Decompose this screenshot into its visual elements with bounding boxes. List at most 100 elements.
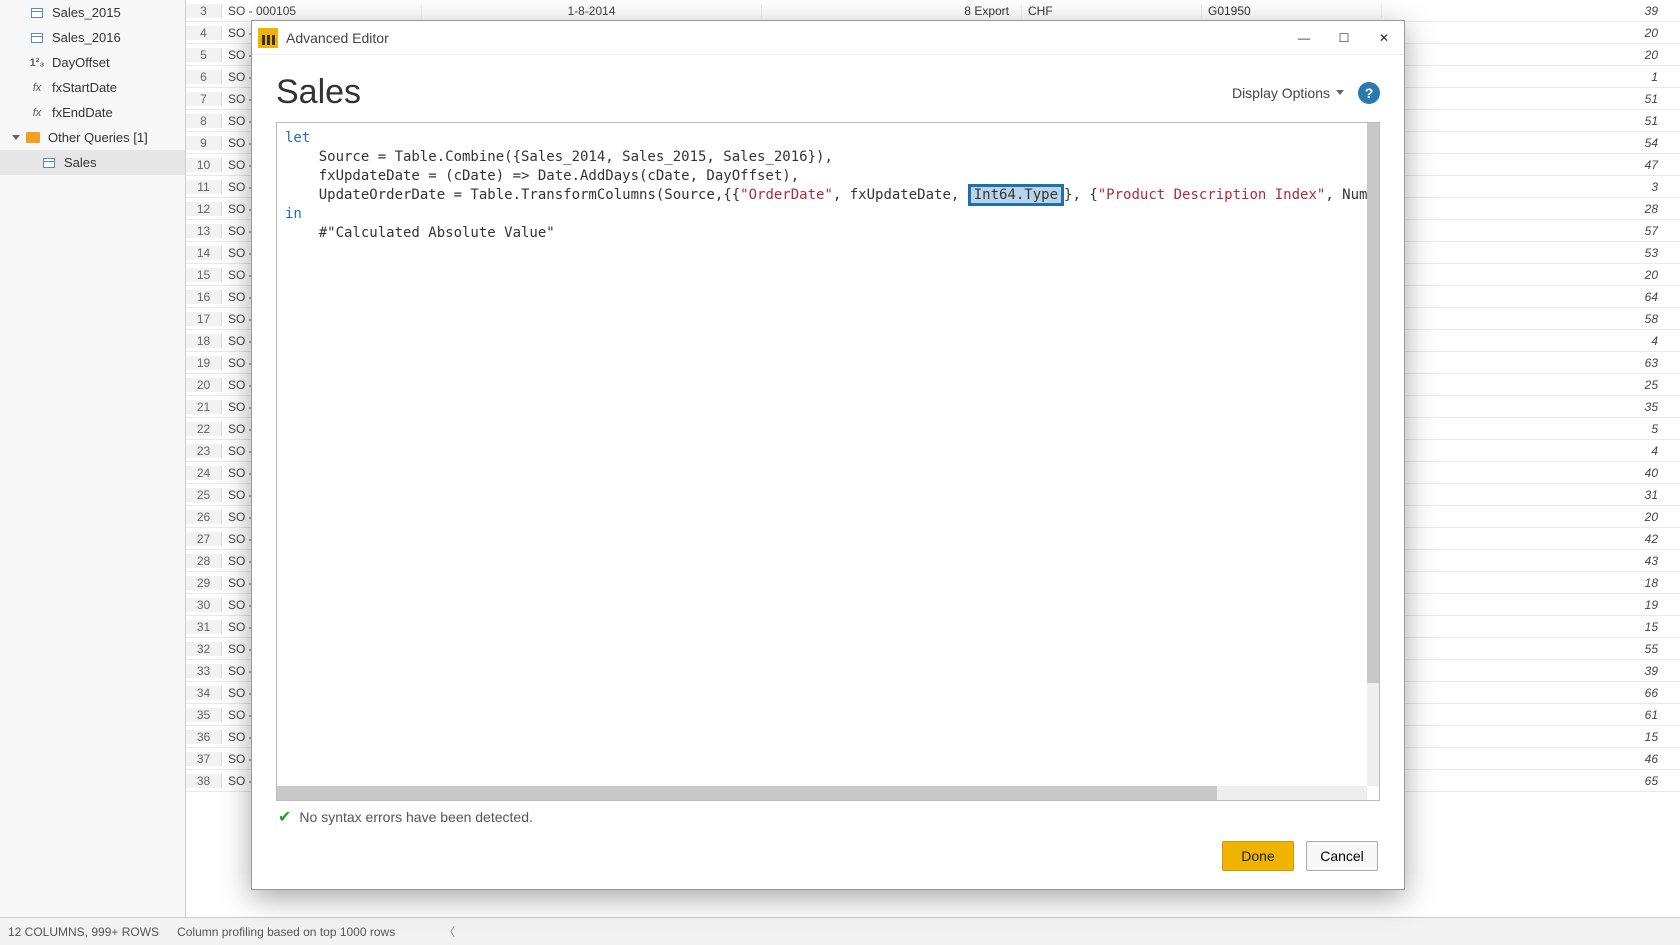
query-item-fxstartdate[interactable]: fx fxStartDate <box>0 75 185 100</box>
cell-value: 20 <box>1382 268 1680 282</box>
cell-value: 5 <box>1382 422 1680 436</box>
maximize-button[interactable]: ☐ <box>1324 21 1364 55</box>
row-number: 14 <box>186 246 222 260</box>
cell-date: 1-8-2014 <box>422 4 762 18</box>
query-label: Sales_2016 <box>52 30 121 45</box>
row-number: 6 <box>186 70 222 84</box>
display-options-dropdown[interactable]: Display Options <box>1232 85 1344 101</box>
number-icon: 1²₃ <box>28 56 46 70</box>
status-bar: 12 COLUMNS, 999+ ROWS Column profiling b… <box>0 917 1680 945</box>
cell-value: 58 <box>1382 312 1680 326</box>
row-number: 28 <box>186 554 222 568</box>
cell-value: 15 <box>1382 730 1680 744</box>
scrollbar-thumb[interactable] <box>277 786 1217 800</box>
cell-value: 65 <box>1382 774 1680 788</box>
cell-value: 66 <box>1382 686 1680 700</box>
row-number: 25 <box>186 488 222 502</box>
row-number: 38 <box>186 774 222 788</box>
row-number: 35 <box>186 708 222 722</box>
query-label: Sales <box>64 155 97 170</box>
cell-value: 25 <box>1382 378 1680 392</box>
cell-value: 39 <box>1382 664 1680 678</box>
cell-value: 20 <box>1382 48 1680 62</box>
cell-value: 20 <box>1382 510 1680 524</box>
row-number: 30 <box>186 598 222 612</box>
selected-text[interactable]: Int64.Type <box>968 184 1064 206</box>
row-number: 22 <box>186 422 222 436</box>
row-number: 23 <box>186 444 222 458</box>
cell-value: 51 <box>1382 114 1680 128</box>
cell-value: 15 <box>1382 620 1680 634</box>
table-icon <box>28 31 46 45</box>
chevron-left-icon[interactable]: 〈 <box>441 924 457 940</box>
row-number: 5 <box>186 48 222 62</box>
query-label: fxEndDate <box>52 105 113 120</box>
row-number: 3 <box>186 4 222 18</box>
cell-value: 42 <box>1382 532 1680 546</box>
query-item-sales-2015[interactable]: Sales_2015 <box>0 0 185 25</box>
row-number: 9 <box>186 136 222 150</box>
cell-value: 20 <box>1382 26 1680 40</box>
query-label: fxStartDate <box>52 80 117 95</box>
chevron-down-icon <box>12 135 20 140</box>
row-number: 34 <box>186 686 222 700</box>
cell-value: 47 <box>1382 158 1680 172</box>
row-number: 24 <box>186 466 222 480</box>
cell-currency: CHF <box>1022 4 1202 18</box>
query-item-dayoffset[interactable]: 1²₃ DayOffset <box>0 50 185 75</box>
row-number: 20 <box>186 378 222 392</box>
code-editor[interactable]: let Source = Table.Combine({Sales_2014, … <box>276 122 1380 801</box>
cell-code: G01950 <box>1202 4 1382 18</box>
code-text[interactable]: let Source = Table.Combine({Sales_2014, … <box>277 123 1367 786</box>
close-button[interactable]: ✕ <box>1364 21 1404 55</box>
done-button[interactable]: Done <box>1222 841 1294 871</box>
row-number: 15 <box>186 268 222 282</box>
query-item-sales[interactable]: Sales <box>0 150 185 175</box>
syntax-status: ✔ No syntax errors have been detected. <box>276 801 1380 827</box>
cancel-button[interactable]: Cancel <box>1306 841 1378 871</box>
row-number: 21 <box>186 400 222 414</box>
help-button[interactable]: ? <box>1358 82 1380 104</box>
cell-value: 4 <box>1382 334 1680 348</box>
cell-value: 51 <box>1382 92 1680 106</box>
row-number: 16 <box>186 290 222 304</box>
cell-value: 1 <box>1382 70 1680 84</box>
cell-value: 46 <box>1382 752 1680 766</box>
cell-value: 39 <box>1382 4 1680 18</box>
row-number: 13 <box>186 224 222 238</box>
query-item-fxenddate[interactable]: fx fxEndDate <box>0 100 185 125</box>
row-number: 11 <box>186 180 222 194</box>
row-number: 10 <box>186 158 222 172</box>
scrollbar-thumb[interactable] <box>1367 123 1379 683</box>
row-number: 12 <box>186 202 222 216</box>
cell-value: 4 <box>1382 444 1680 458</box>
row-number: 27 <box>186 532 222 546</box>
minimize-button[interactable]: — <box>1284 21 1324 55</box>
cell-value: 57 <box>1382 224 1680 238</box>
cell-value: 61 <box>1382 708 1680 722</box>
vertical-scrollbar[interactable] <box>1367 123 1379 786</box>
query-label: Sales_2015 <box>52 5 121 20</box>
dialog-titlebar[interactable]: Advanced Editor — ☐ ✕ <box>252 21 1404 55</box>
cell-value: 28 <box>1382 202 1680 216</box>
cell-value: 40 <box>1382 466 1680 480</box>
table-row[interactable]: 3 SO - 000105 1-8-2014 8 Export CHF G019… <box>186 0 1680 22</box>
cell-value: 35 <box>1382 400 1680 414</box>
dialog-title: Advanced Editor <box>286 30 389 46</box>
horizontal-scrollbar[interactable] <box>277 786 1367 800</box>
row-number: 36 <box>186 730 222 744</box>
syntax-message: No syntax errors have been detected. <box>299 809 532 825</box>
queries-pane: Sales_2015 Sales_2016 1²₃ DayOffset fx f… <box>0 0 186 945</box>
query-item-sales-2016[interactable]: Sales_2016 <box>0 25 185 50</box>
table-icon <box>40 156 58 170</box>
row-number: 31 <box>186 620 222 634</box>
row-number: 26 <box>186 510 222 524</box>
row-number: 32 <box>186 642 222 656</box>
query-group-other[interactable]: Other Queries [1] <box>0 125 185 150</box>
group-label: Other Queries [1] <box>48 130 148 145</box>
status-columns: 12 COLUMNS, 999+ ROWS <box>8 925 159 939</box>
row-number: 19 <box>186 356 222 370</box>
row-number: 17 <box>186 312 222 326</box>
status-profiling: Column profiling based on top 1000 rows <box>177 925 395 939</box>
advanced-editor-dialog: Advanced Editor — ☐ ✕ Sales Display Opti… <box>251 20 1405 890</box>
